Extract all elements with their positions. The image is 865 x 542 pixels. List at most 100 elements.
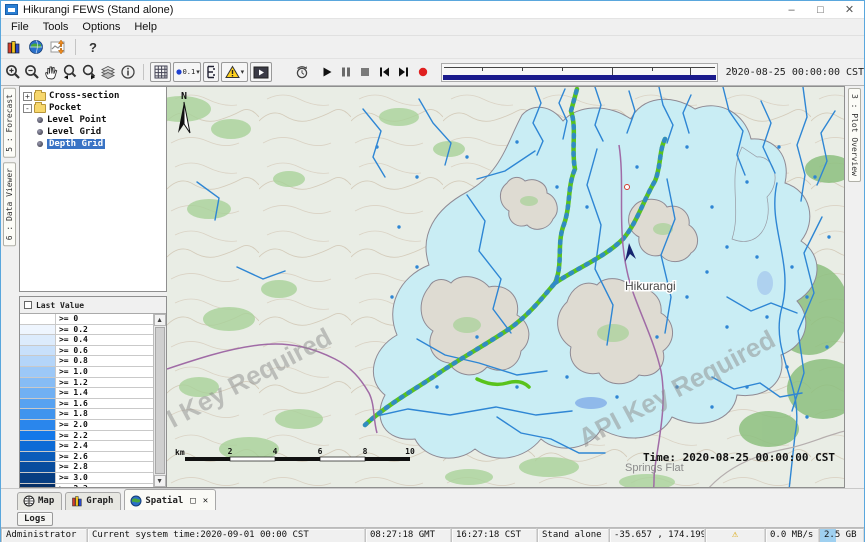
legend-row[interactable]: >= 3.0 <box>20 473 153 484</box>
close-button[interactable]: ✕ <box>835 1 864 18</box>
legend-row[interactable]: >= 1.4 <box>20 388 153 399</box>
svg-text:8: 8 <box>362 447 367 456</box>
legend-row[interactable]: >= 1.8 <box>20 409 153 420</box>
map-globe-icon <box>23 495 35 507</box>
zoom-next-button[interactable] <box>80 62 99 82</box>
step-forward-button[interactable] <box>394 62 413 82</box>
tab-data-viewer[interactable]: 6 : Data Viewer <box>3 162 16 246</box>
legend-row[interactable]: >= 2.4 <box>20 441 153 452</box>
layers-icon <box>100 64 116 80</box>
tab-graph[interactable]: Graph <box>65 492 121 510</box>
scrollbar-thumb[interactable] <box>155 327 165 474</box>
graph-bars-icon <box>71 495 83 507</box>
svg-text:10: 10 <box>405 447 415 456</box>
stop-button[interactable] <box>356 62 375 82</box>
tab-close-icon[interactable]: ✕ <box>203 496 208 506</box>
play-box-icon <box>253 66 269 79</box>
scroll-up-icon[interactable]: ▲ <box>154 314 166 326</box>
tree-item-level-grid[interactable]: Level Grid <box>23 126 166 138</box>
legend-row[interactable]: >= 2.8 <box>20 462 153 473</box>
warnings-dropdown[interactable]: ▾ <box>221 62 247 82</box>
collapse-icon[interactable]: - <box>23 104 32 113</box>
last-value-checkbox[interactable] <box>24 301 32 309</box>
pause-button[interactable] <box>337 62 356 82</box>
svg-text:km: km <box>175 448 185 457</box>
menu-options[interactable]: Options <box>75 20 127 34</box>
play-button[interactable] <box>318 62 337 82</box>
legend-swatch <box>20 484 56 488</box>
zoom-next-icon <box>81 64 98 80</box>
legend-row[interactable]: >= 2.0 <box>20 420 153 431</box>
legend-row[interactable]: >= 2.2 <box>20 431 153 442</box>
globe-icon <box>28 39 44 55</box>
legend-scrollbar[interactable]: ▲ ▼ <box>153 314 166 487</box>
spatial-map[interactable]: API Key Required API Key Required Hikura… <box>167 86 845 488</box>
record-icon <box>417 66 429 78</box>
grid-toggle-button[interactable] <box>150 62 171 82</box>
legend-row[interactable]: >= 3.2 <box>20 484 153 488</box>
tab-spatial[interactable]: Spatial □ ✕ <box>124 489 216 510</box>
legend-table: >= 0 >= 0.2 >= 0.4 >= 0.6 >= 0.8 >= 1.0 … <box>20 313 166 487</box>
time-slider[interactable] <box>441 63 718 82</box>
legend-swatch <box>20 378 56 388</box>
menu-tools[interactable]: Tools <box>36 20 76 34</box>
minimize-button[interactable]: – <box>777 1 806 18</box>
tab-maximize-icon[interactable]: □ <box>190 496 195 506</box>
tree-item-depth-grid[interactable]: Depth Grid <box>23 138 166 150</box>
tree-item-level-point[interactable]: Level Point <box>23 114 166 126</box>
main-area: 5 : Forecast 6 : Data Viewer + Cross-sec… <box>1 85 864 488</box>
tree-item-pocket[interactable]: - Pocket <box>23 102 166 114</box>
legend-panel: Last Value >= 0 >= 0.2 >= 0.4 >= 0.6 >= … <box>19 296 167 488</box>
warning-icon: ⚠ <box>732 529 738 540</box>
pan-button[interactable] <box>41 62 60 82</box>
scroll-down-icon[interactable]: ▼ <box>154 475 166 487</box>
animation-display-button[interactable] <box>250 62 273 82</box>
profile-display-button[interactable] <box>47 37 69 57</box>
legend-row[interactable]: >= 1.6 <box>20 399 153 410</box>
legend-swatch <box>20 462 56 472</box>
spatial-display-button[interactable] <box>25 37 47 57</box>
animation-settings-button[interactable] <box>292 62 311 82</box>
status-memory[interactable]: 2.5 GB <box>819 528 864 542</box>
zoom-previous-button[interactable] <box>60 62 79 82</box>
info-button[interactable] <box>118 62 137 82</box>
legend-ruler-icon <box>205 65 217 79</box>
folder-icon <box>34 92 46 101</box>
legend-row[interactable]: >= 0.4 <box>20 335 153 346</box>
status-warning-cell[interactable]: ⚠ <box>705 528 765 542</box>
legend-toggle-button[interactable] <box>203 62 219 82</box>
legend-row[interactable]: >= 0.6 <box>20 346 153 357</box>
menu-file[interactable]: File <box>4 20 36 34</box>
maximize-button[interactable]: □ <box>806 1 835 18</box>
toolbar-separator <box>143 64 144 80</box>
zoom-out-button[interactable] <box>22 62 41 82</box>
class-breaks-dropdown[interactable]: 0.1 ▾ <box>173 62 201 82</box>
tab-forecast[interactable]: 5 : Forecast <box>3 88 16 158</box>
legend-row[interactable]: >= 1.0 <box>20 367 153 378</box>
node-bullet-icon <box>37 117 43 123</box>
step-back-button[interactable] <box>375 62 394 82</box>
legend-row[interactable]: >= 0.8 <box>20 356 153 367</box>
help-button[interactable]: ? <box>82 37 104 57</box>
tab-map[interactable]: Map <box>17 492 62 510</box>
tree-item-label: Level Point <box>47 115 107 125</box>
timeseries-dialog-button[interactable] <box>3 37 25 57</box>
menu-help[interactable]: Help <box>127 20 164 34</box>
layers-button[interactable] <box>99 62 118 82</box>
last-value-checkbox-row[interactable]: Last Value <box>20 297 166 313</box>
tree-item-cross-section[interactable]: + Cross-section <box>23 90 166 102</box>
logs-button[interactable]: Logs <box>17 512 53 526</box>
legend-row[interactable]: >= 0 <box>20 314 153 325</box>
legend-row[interactable]: >= 1.2 <box>20 378 153 389</box>
legend-row[interactable]: >= 2.6 <box>20 452 153 463</box>
record-button[interactable] <box>413 62 432 82</box>
station-marker[interactable] <box>624 185 629 190</box>
status-local-time: 16:27:18 CST <box>451 528 537 542</box>
legend-row[interactable]: >= 0.2 <box>20 325 153 336</box>
legend-label: >= 0.6 <box>56 346 153 356</box>
expand-icon[interactable]: + <box>23 92 32 101</box>
tab-plot-overview[interactable]: 3 : Plot Overview <box>848 88 861 182</box>
app-window: { "window": { "title": "Hikurangi FEWS (… <box>0 0 865 542</box>
zoom-in-button[interactable] <box>3 62 22 82</box>
legend-swatch <box>20 431 56 441</box>
